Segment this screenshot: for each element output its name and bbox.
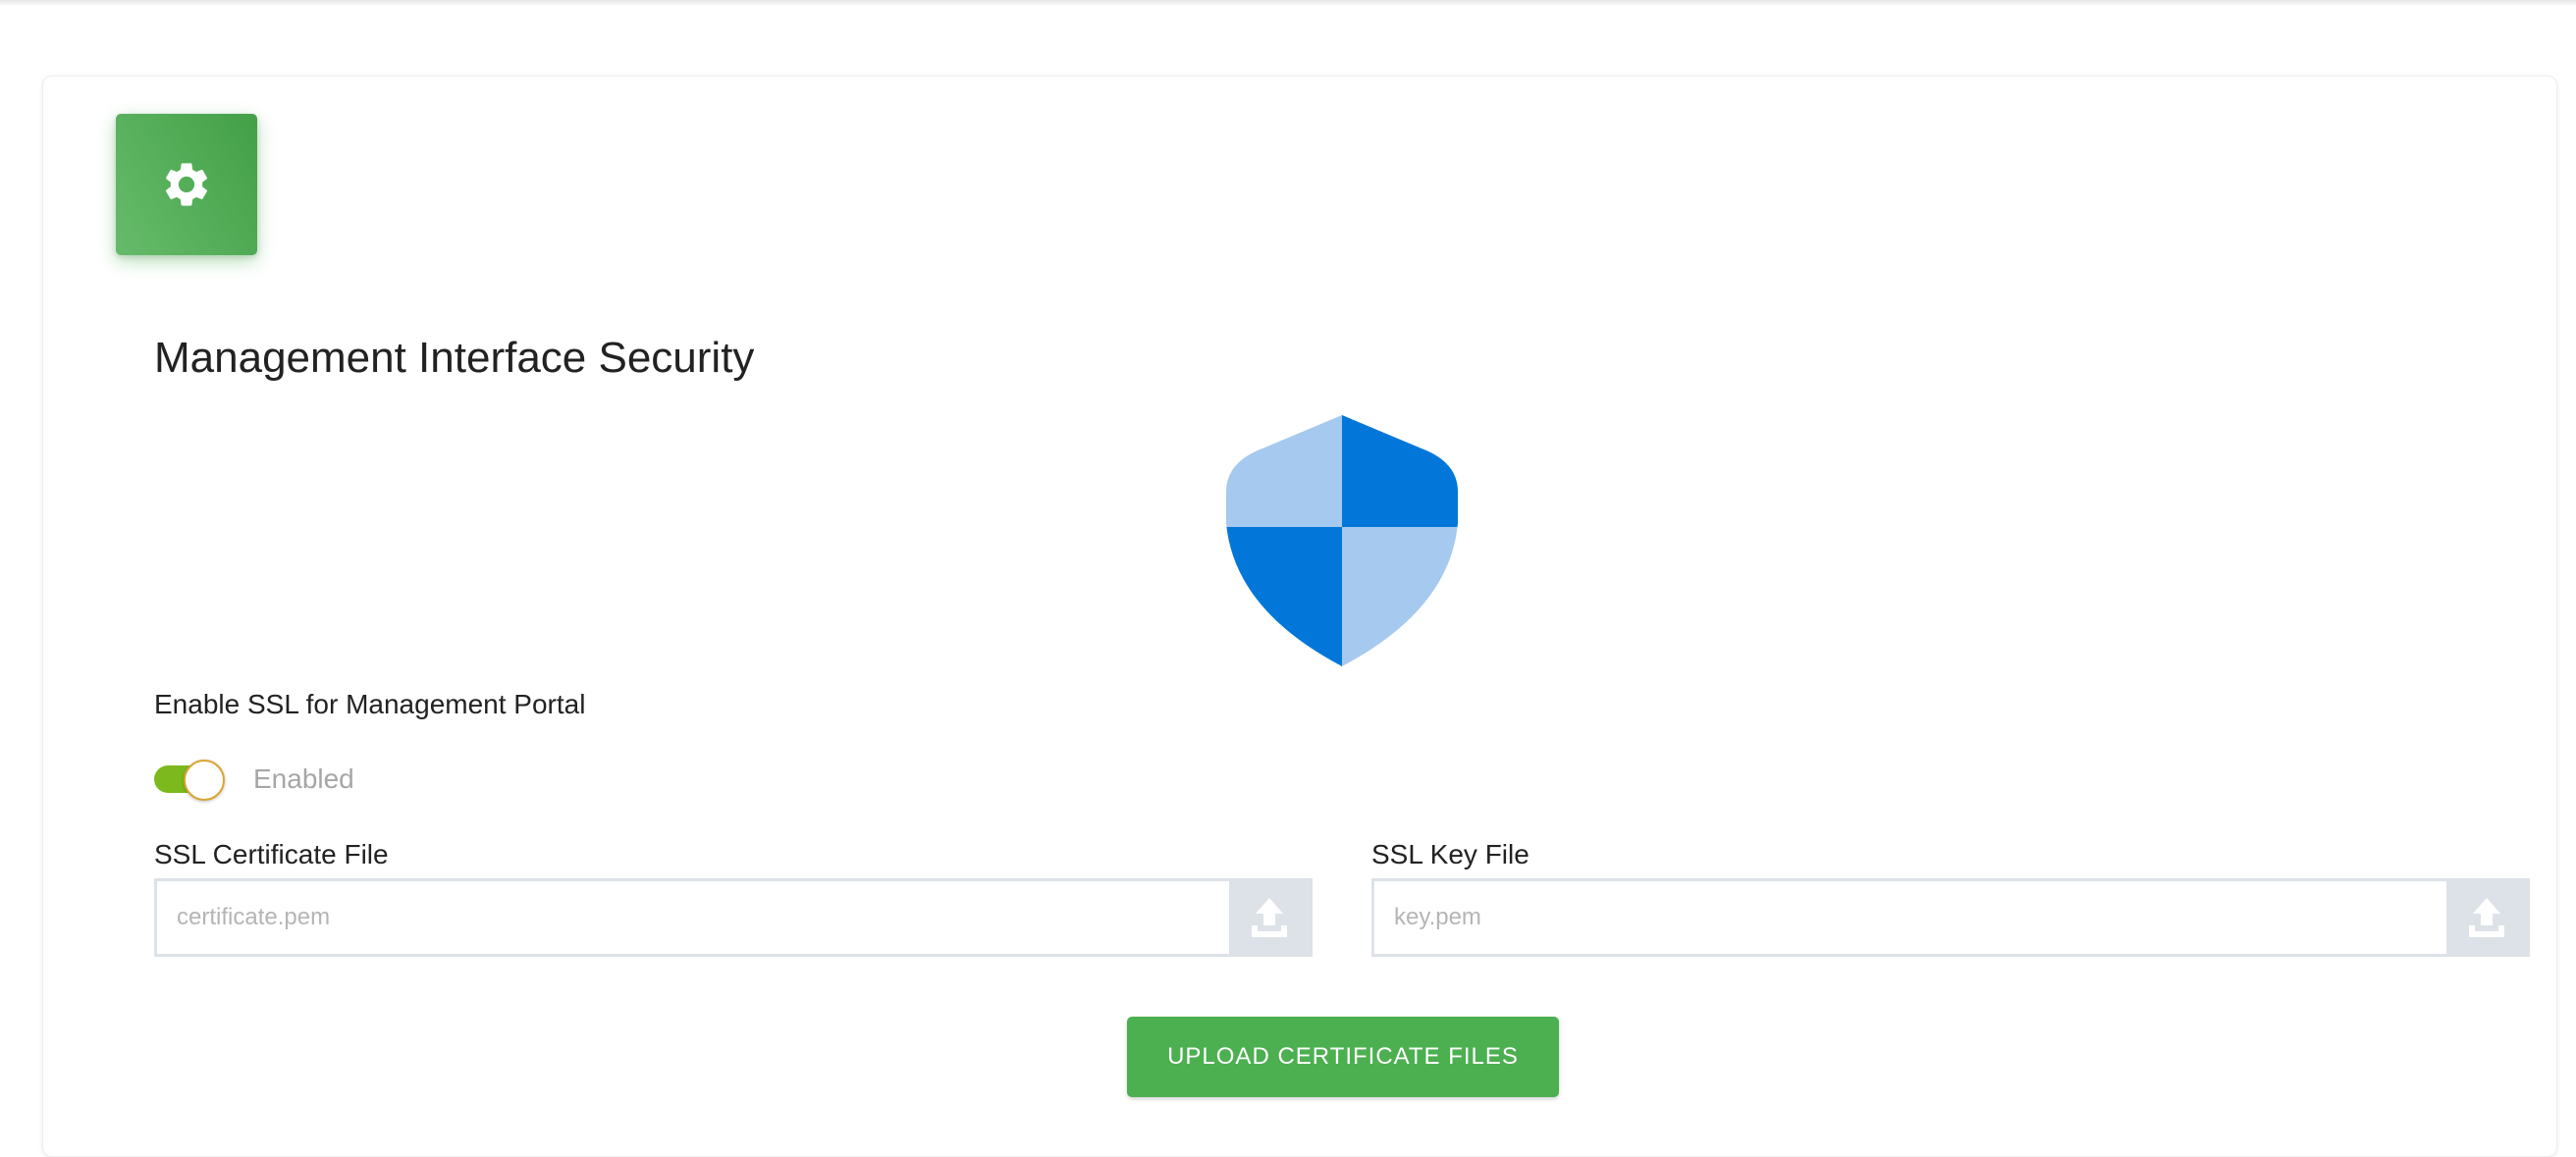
certificate-upload-button[interactable]: [1229, 881, 1310, 954]
card-header-icon: [116, 114, 257, 255]
top-bar-shadow: [0, 0, 2576, 6]
key-file-input[interactable]: [1374, 881, 2446, 954]
shield-illustration: [1222, 413, 1462, 673]
key-file-field: [1371, 878, 2530, 957]
ssl-toggle-switch[interactable]: [154, 758, 225, 801]
shield-icon: [1226, 415, 1458, 666]
upload-certificate-files-button[interactable]: UPLOAD CERTIFICATE FILES: [1127, 1017, 1559, 1097]
key-file-label: SSL Key File: [1371, 839, 1530, 869]
page-title: Management Interface Security: [154, 334, 755, 382]
certificate-file-input[interactable]: [157, 881, 1229, 954]
ssl-toggle-status: Enabled: [253, 763, 354, 794]
key-upload-button[interactable]: [2446, 881, 2527, 954]
toggle-thumb: [184, 760, 225, 801]
ssl-toggle-label: Enable SSL for Management Portal: [154, 689, 586, 719]
upload-icon: [2469, 898, 2504, 937]
certificate-file-field: [154, 878, 1313, 957]
gear-icon: [165, 163, 208, 206]
certificate-file-label: SSL Certificate File: [154, 839, 389, 869]
security-settings-card: Management Interface Security Enable SSL…: [42, 76, 2557, 1157]
upload-icon: [1252, 898, 1287, 937]
